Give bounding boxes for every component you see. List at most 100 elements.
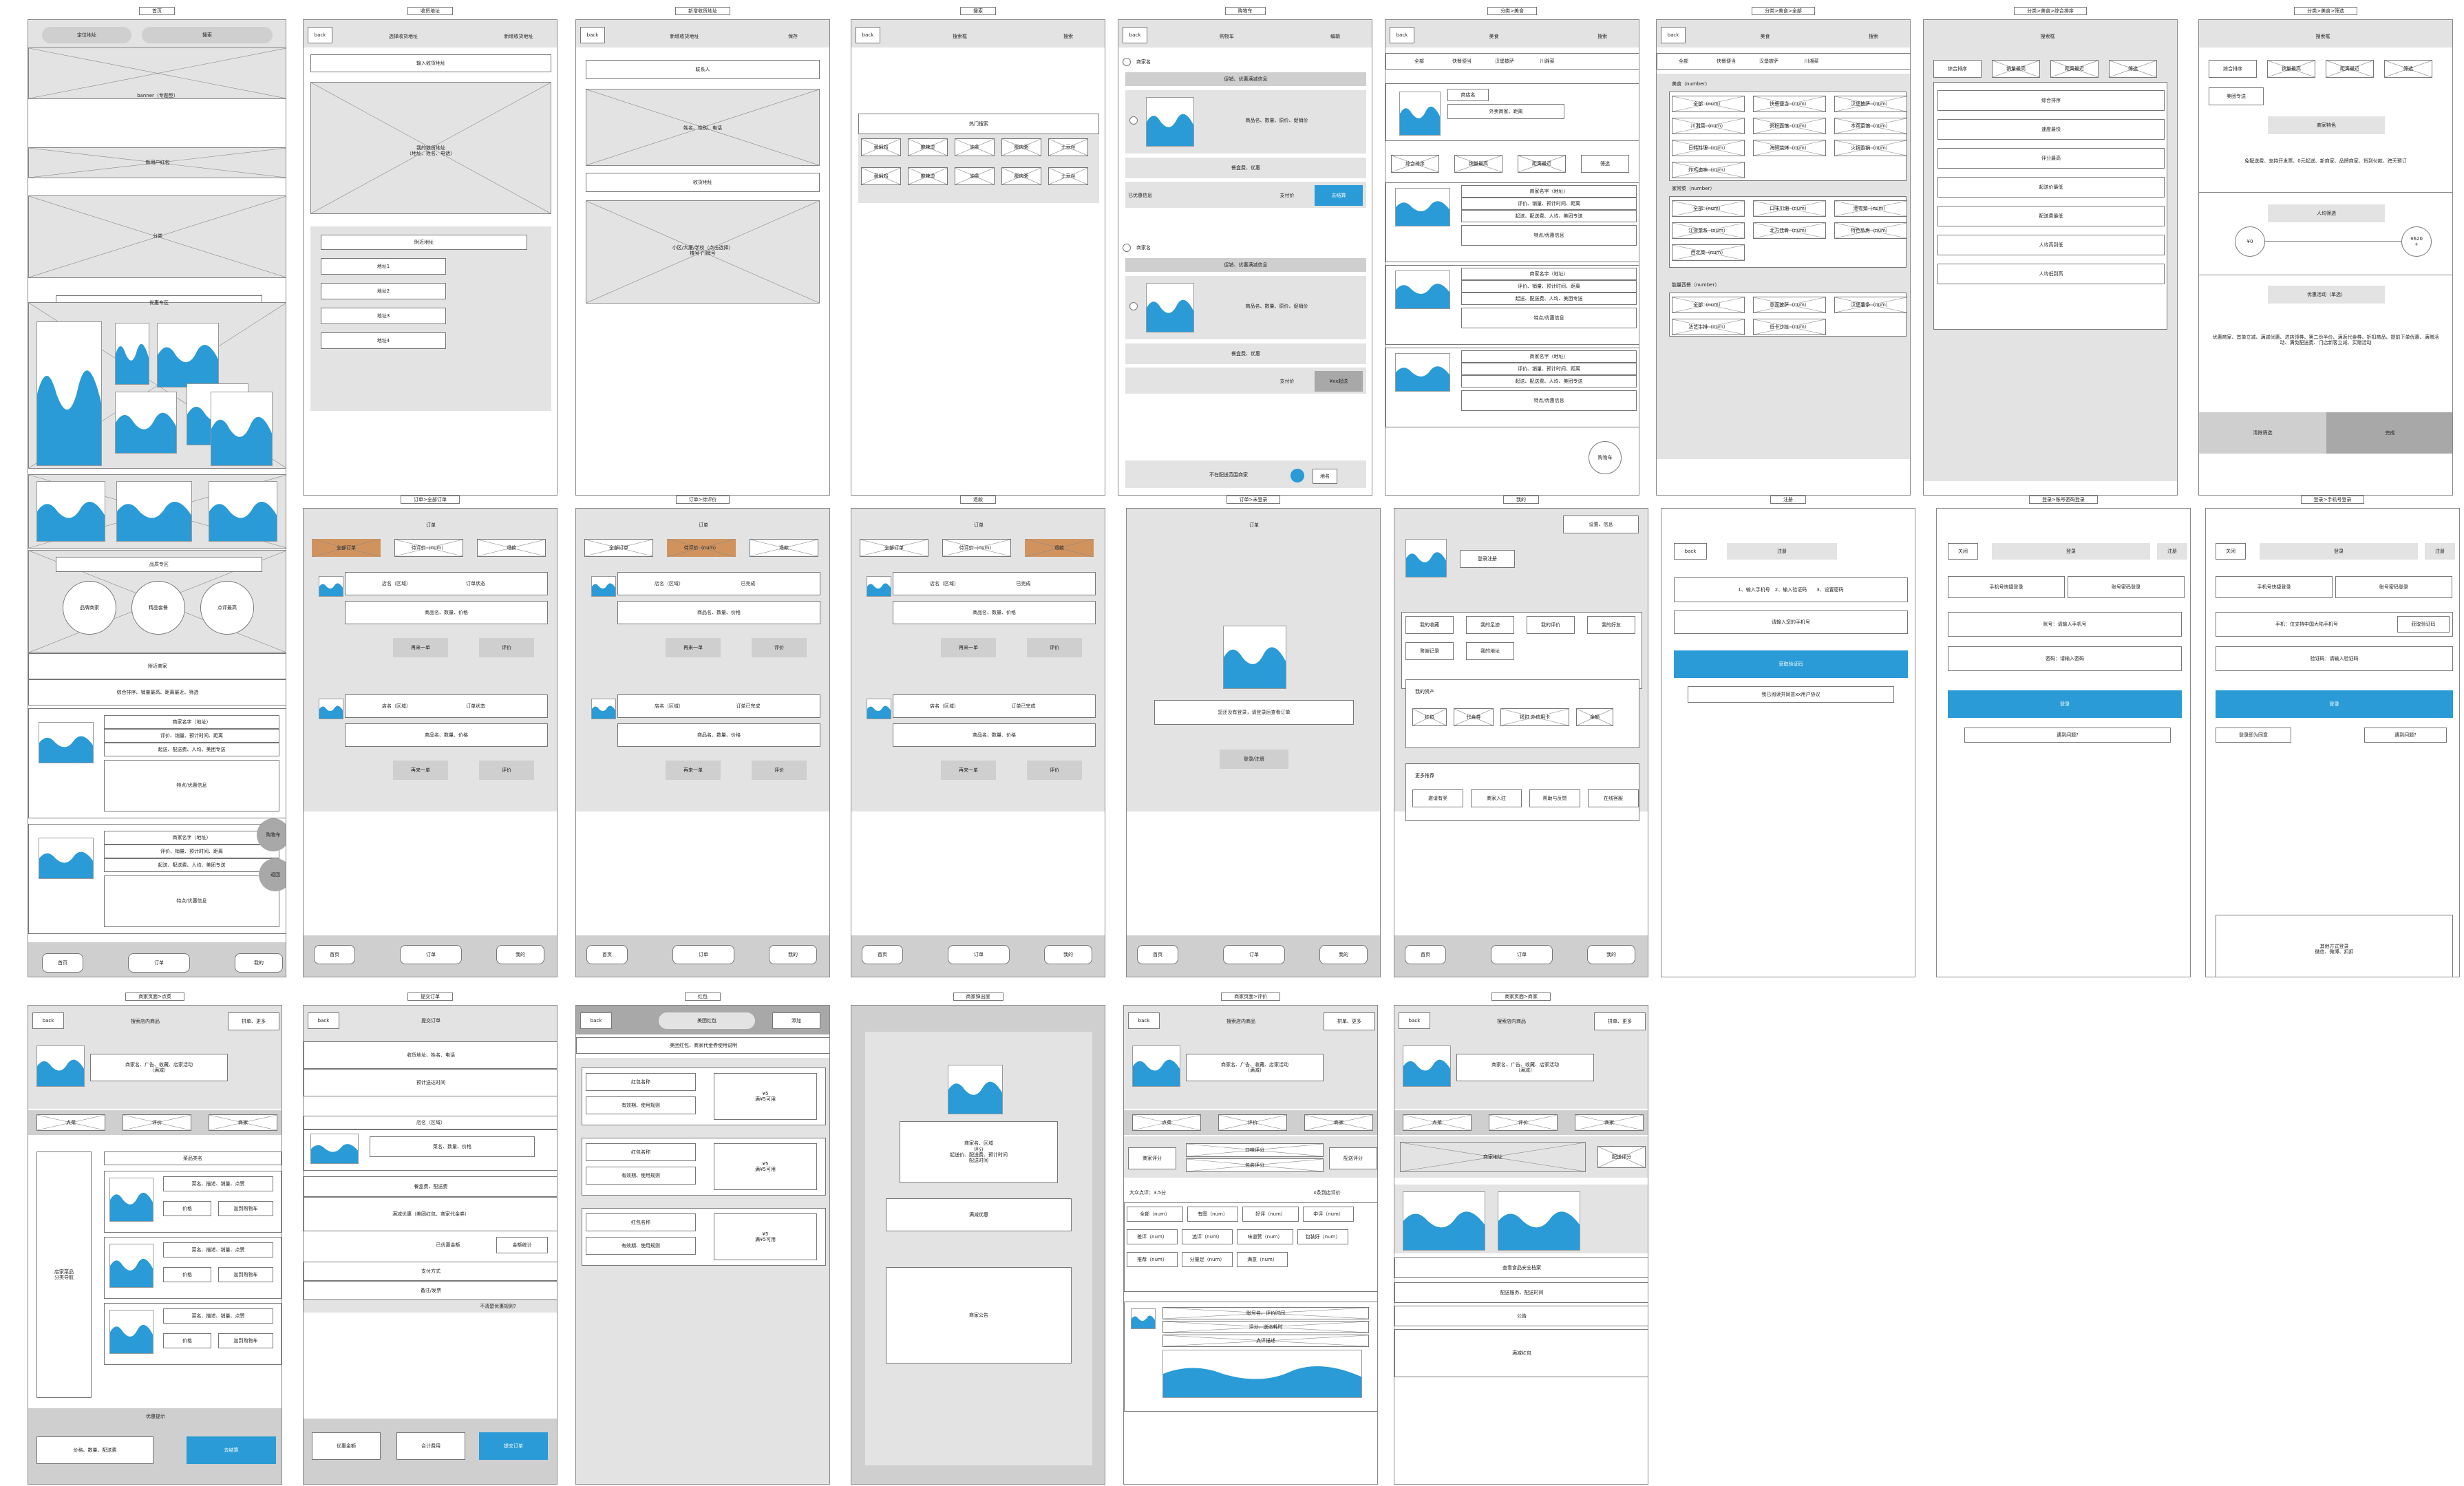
note-row[interactable]: 备注/发票: [304, 1281, 557, 1300]
subcategory-item[interactable]: 西北菜（num）: [1672, 244, 1745, 261]
category-tab[interactable]: 快餐便当: [1442, 54, 1482, 68]
tab-home[interactable]: 首页: [42, 953, 83, 973]
tab-mine[interactable]: 我的: [235, 953, 283, 973]
location-button[interactable]: 定位地址: [42, 27, 131, 43]
filter-button[interactable]: 筛选: [2109, 60, 2157, 78]
login-register[interactable]: 登录注册: [1460, 550, 1515, 568]
category-tab[interactable]: 川湘菜: [1792, 54, 1831, 68]
search-button[interactable]: 搜索: [1849, 28, 1898, 45]
merchant-tab[interactable]: 点菜: [1132, 1114, 1201, 1131]
order-tab[interactable]: 退款: [1025, 539, 1094, 557]
back-button[interactable]: back: [32, 1012, 64, 1029]
order-tab[interactable]: 待评价（num）: [394, 539, 463, 557]
back-button[interactable]: back: [308, 1012, 339, 1029]
tab-mine[interactable]: 我的: [1319, 945, 1368, 964]
get-code-button[interactable]: 获取验证码: [1674, 650, 1908, 678]
sort-option[interactable]: 评分最高: [1937, 148, 2165, 169]
cart-float[interactable]: 购物车: [1589, 441, 1622, 474]
filter-button[interactable]: 筛选: [2384, 60, 2432, 78]
back-button[interactable]: back: [308, 27, 332, 43]
review-tag[interactable]: 分量足（num）: [1182, 1252, 1233, 1267]
subcategory-item[interactable]: 火锅香锅（num）: [1834, 140, 1907, 156]
reorder-button[interactable]: 再来一单: [393, 761, 448, 780]
add-to-cart-button[interactable]: 加到购物车: [218, 1267, 273, 1282]
checkout-button[interactable]: 去结算: [1315, 185, 1363, 206]
address-item[interactable]: 地址1: [321, 258, 446, 275]
subcategory-item[interactable]: 全部（num）: [1672, 96, 1745, 112]
address-item[interactable]: 地址3: [321, 308, 446, 324]
sort-option[interactable]: 综合排序: [1937, 90, 2165, 111]
search-input[interactable]: 搜索店内商品: [1443, 1012, 1580, 1030]
more-button[interactable]: 拼单、更多: [1594, 1012, 1646, 1030]
filter-button[interactable]: 综合排序: [1933, 60, 1982, 78]
get-code-button[interactable]: 获取验证码: [2397, 616, 2450, 633]
tab-sms-login[interactable]: 手机号快捷登录: [1948, 576, 2065, 598]
filter-button[interactable]: 距离最近: [1518, 155, 1566, 173]
submit-order-button[interactable]: 提交订单: [479, 1432, 548, 1460]
filter-button[interactable]: 销量最高: [2267, 60, 2315, 78]
food-safety-link[interactable]: 查看食品安全档案: [1394, 1257, 1648, 1278]
sort-filter-bar[interactable]: 综合排序、销量最高、距离最近、筛选: [28, 679, 286, 705]
filter-button[interactable]: 销量最高: [1992, 60, 2040, 78]
asset-item[interactable]: 代金券: [1454, 708, 1494, 726]
time-row[interactable]: 预计送达时间: [304, 1069, 557, 1096]
help-link[interactable]: 遇到问题?: [1964, 728, 2171, 743]
subcategory-item[interactable]: 意面披萨（num）: [1753, 297, 1826, 313]
address-detail[interactable]: 小区/大厦/学校（点击选择） 楼号-门牌号: [586, 237, 820, 264]
back-button[interactable]: back: [580, 27, 605, 43]
account-input[interactable]: 账号：请输入手机号: [1948, 612, 2182, 637]
shortcut-item[interactable]: 我的收藏: [1405, 616, 1454, 634]
tab-orders[interactable]: 订单: [948, 945, 1010, 964]
order-tab[interactable]: 待评价（num）: [667, 539, 736, 557]
tab-password-login[interactable]: 账号密码登录: [2335, 576, 2452, 598]
password-input[interactable]: 密码：请输入密码: [1948, 646, 2182, 671]
select-radio[interactable]: [1129, 302, 1138, 310]
merchant-tab[interactable]: 评价: [123, 1114, 191, 1131]
more-button[interactable]: 拼单、更多: [228, 1012, 279, 1030]
order-tab[interactable]: 全部订单: [860, 539, 928, 557]
category-tab[interactable]: 川湘菜: [1527, 54, 1567, 68]
subcategory-item[interactable]: 法艺牛排（num）: [1672, 319, 1745, 335]
brand-merchant[interactable]: 品牌商家: [63, 581, 116, 635]
subcategory-item[interactable]: 炸鸡卤味（num）: [1672, 162, 1745, 178]
category-tab[interactable]: 汉堡披萨: [1485, 54, 1525, 68]
sort-option[interactable]: 速度最快: [1937, 119, 2165, 140]
login-button[interactable]: 登录: [1948, 690, 2182, 718]
review-button[interactable]: 评价: [479, 638, 534, 657]
review-button[interactable]: 评价: [1027, 638, 1082, 657]
review-tag[interactable]: 满意（num）: [1237, 1252, 1288, 1267]
subcategory-item[interactable]: 川湘菜（num）: [1672, 118, 1745, 134]
merchant-tab[interactable]: 点菜: [1403, 1114, 1472, 1131]
subcategory-item[interactable]: 快餐便当（num）: [1753, 96, 1826, 112]
other-login[interactable]: 其他方式登录 微信、微博、扣扣: [2216, 915, 2453, 977]
phone-input[interactable]: 请输入您的手机号: [1674, 611, 1908, 634]
review-tag[interactable]: 差评（num）: [1127, 1229, 1178, 1244]
back-button[interactable]: back: [1661, 27, 1686, 43]
back-button[interactable]: back: [1674, 543, 1707, 560]
discount-row[interactable]: 满减优惠（美团红包、商家代金券）: [304, 1197, 557, 1231]
more-item[interactable]: 邀请有奖: [1412, 789, 1463, 807]
tab-home[interactable]: 首页: [586, 945, 628, 964]
review-tag[interactable]: 中评（num）: [1303, 1207, 1354, 1222]
reorder-button[interactable]: 再来一单: [941, 761, 996, 780]
shortcut-item[interactable]: 我的评价: [1527, 616, 1575, 634]
top-rated[interactable]: 点评最高: [200, 581, 254, 635]
price-max[interactable]: ¥620 +: [2401, 226, 2432, 257]
sort-option[interactable]: 人均低到高: [1937, 264, 2165, 284]
shortcut-item[interactable]: 我的地址: [1466, 642, 1514, 660]
tab-home[interactable]: 首页: [1405, 945, 1446, 964]
done-button[interactable]: 完成: [2326, 412, 2452, 454]
code-input[interactable]: 验证码：请输入验证码: [2216, 646, 2453, 671]
back-button[interactable]: back: [580, 1012, 612, 1029]
back-button[interactable]: back: [1123, 27, 1147, 43]
shortcut-item[interactable]: 我的足迹: [1466, 616, 1514, 634]
tab-orders[interactable]: 订单: [672, 945, 734, 964]
tab-orders[interactable]: 订单: [400, 945, 462, 964]
tab-mine[interactable]: 我的: [769, 945, 817, 964]
review-tag[interactable]: 好评（num）: [1242, 1207, 1299, 1222]
cart-float[interactable]: 购物车: [257, 818, 286, 851]
shortcut-item[interactable]: 我的好友: [1587, 616, 1635, 634]
asset-item[interactable]: 红包: [1412, 708, 1447, 726]
merchant-tab[interactable]: 评价: [1489, 1114, 1558, 1131]
review-tag[interactable]: 味道赞（num）: [1237, 1229, 1293, 1244]
